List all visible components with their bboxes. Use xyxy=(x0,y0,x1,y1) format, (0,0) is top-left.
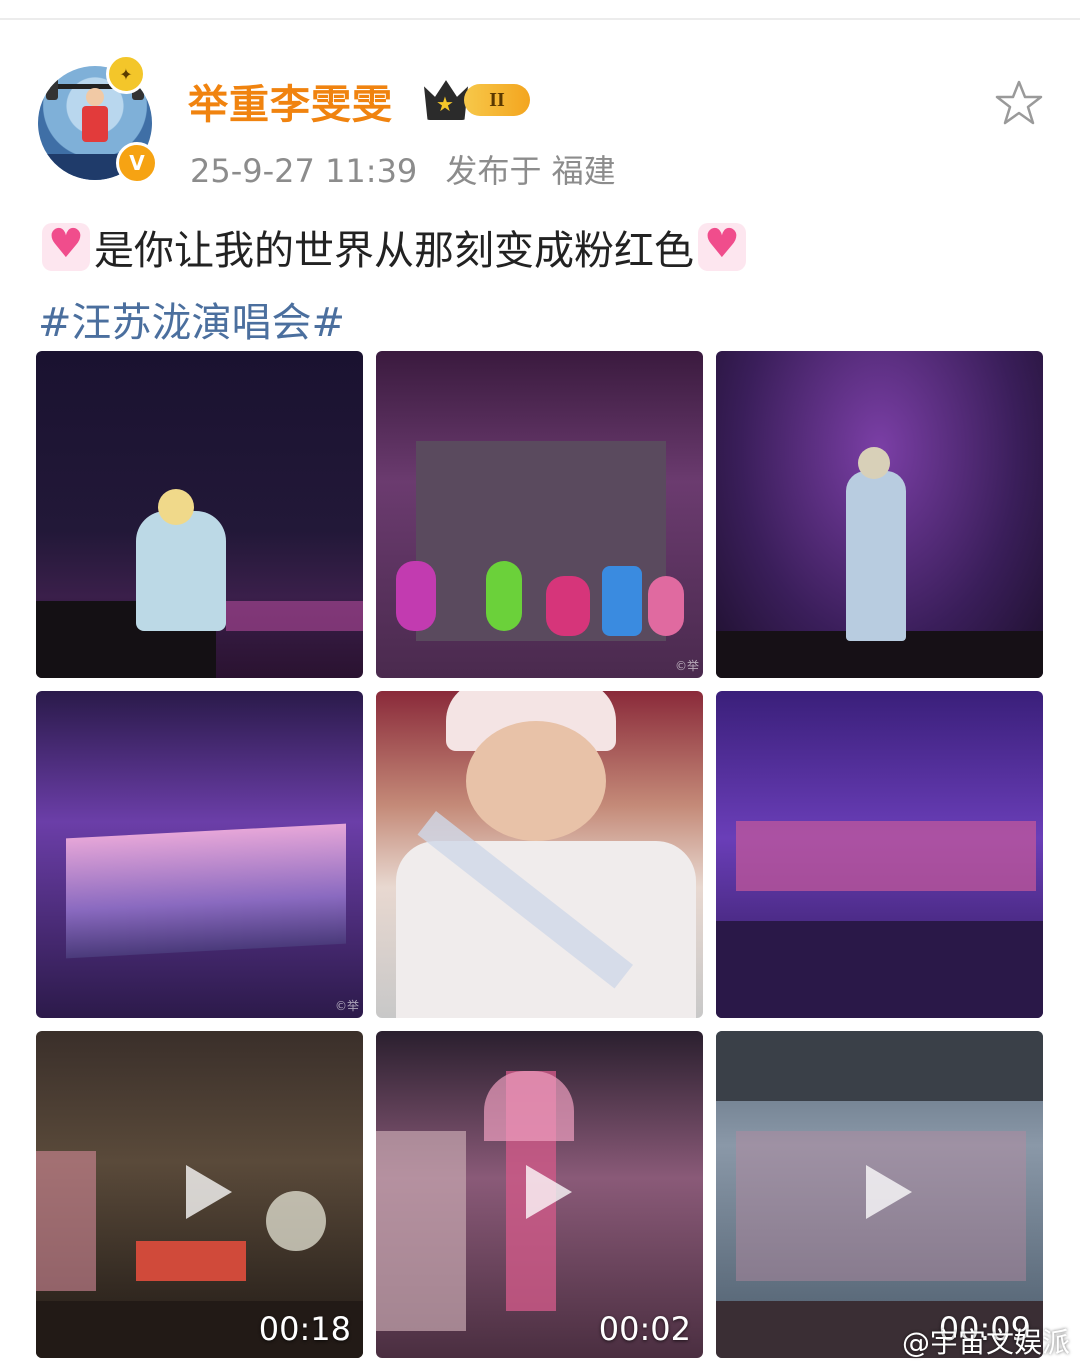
media-image-2[interactable]: ©举 xyxy=(376,351,703,678)
heart-emoji-icon xyxy=(698,221,746,271)
play-icon[interactable] xyxy=(516,1161,576,1221)
media-image-4[interactable]: ©举 xyxy=(36,691,363,1018)
username[interactable]: 举重李雯雯 xyxy=(188,72,393,130)
post-meta: 25-9-27 11:39 发布于 福建 xyxy=(190,146,634,192)
top-divider xyxy=(0,18,1080,20)
media-image-1[interactable] xyxy=(36,351,363,678)
avatar-decoration-icon: ✦ xyxy=(106,54,146,94)
member-badge[interactable]: ★ II xyxy=(424,78,534,120)
post-date: 25-9-27 11:39 xyxy=(190,152,418,190)
play-icon[interactable] xyxy=(176,1161,236,1221)
image-corner-label: ©举 xyxy=(674,659,699,673)
post-location: 发布于 福建 xyxy=(445,152,616,190)
play-icon[interactable] xyxy=(856,1161,916,1221)
post-text-content: 是你让我的世界从那刻变成粉红色 xyxy=(94,228,694,274)
video-duration: 00:18 xyxy=(258,1310,351,1348)
verified-icon: V xyxy=(116,142,158,184)
media-video-1[interactable]: 00:18 xyxy=(36,1031,363,1358)
image-corner-label: ©举 xyxy=(334,999,359,1013)
media-image-6[interactable] xyxy=(716,691,1043,1018)
favorite-star-icon[interactable] xyxy=(994,78,1044,128)
video-duration: 00:02 xyxy=(598,1310,691,1348)
media-grid: ©举 ©举 00:18 00:02 00:09 xyxy=(36,351,1044,1359)
media-image-3[interactable] xyxy=(716,351,1043,678)
star-icon: ★ xyxy=(436,92,454,116)
heart-emoji-icon xyxy=(42,221,90,271)
media-video-2[interactable]: 00:02 xyxy=(376,1031,703,1358)
media-video-3[interactable]: 00:09 xyxy=(716,1031,1043,1358)
hashtag-link[interactable]: #汪苏泷演唱会# xyxy=(38,290,345,348)
post-text: 是你让我的世界从那刻变成粉红色 xyxy=(38,218,750,276)
source-watermark: @宇宙文娱派 xyxy=(901,1326,1070,1359)
level-badge: II xyxy=(464,84,530,116)
media-image-5[interactable] xyxy=(376,691,703,1018)
